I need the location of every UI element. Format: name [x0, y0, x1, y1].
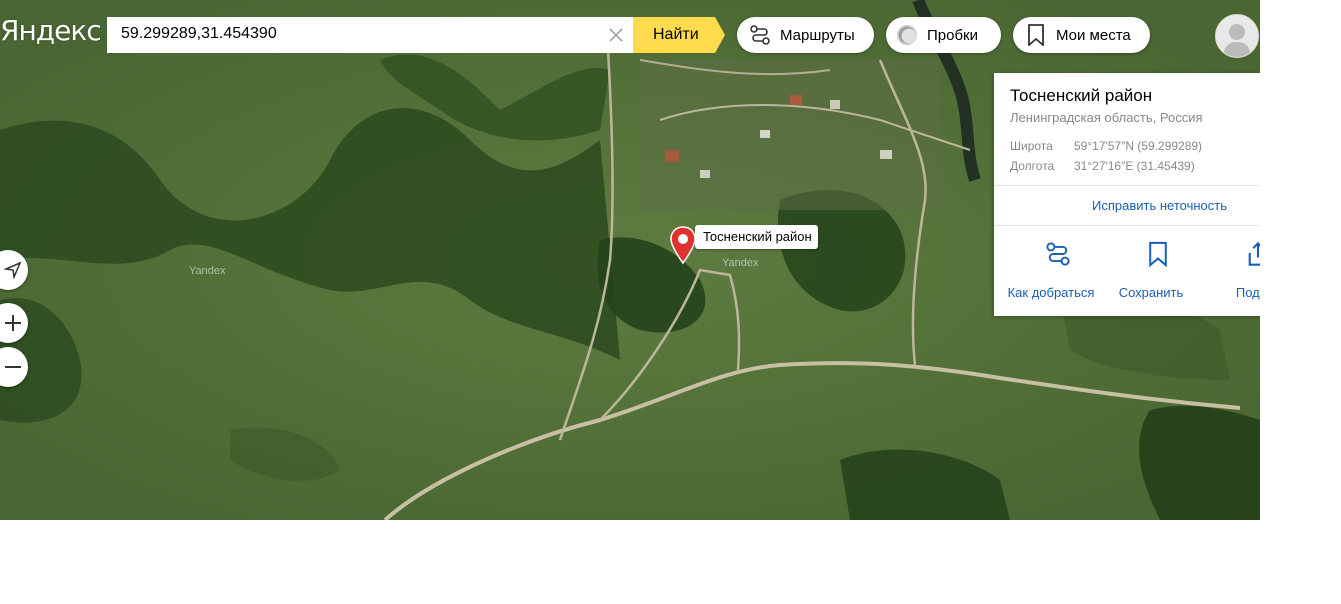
- longitude-value: 31°27′16″E (31.45439): [1074, 159, 1195, 173]
- search-input[interactable]: [119, 24, 593, 44]
- bookmark-icon: [1025, 24, 1047, 46]
- directions-label: Как добраться: [1007, 285, 1095, 300]
- share-button[interactable]: Подел: [1208, 241, 1260, 300]
- routes-label: Маршруты: [780, 26, 855, 44]
- map-watermark: Yandex: [722, 257, 759, 269]
- latitude-value: 59°17′57″N (59.299289): [1074, 139, 1203, 153]
- place-subtitle: Ленинградская область, Россия: [1010, 110, 1203, 125]
- map-watermark: Yandex: [189, 265, 226, 277]
- place-info-panel: Тосненский район Ленинградская область, …: [994, 73, 1260, 316]
- clear-icon[interactable]: [607, 26, 625, 44]
- place-title: Тосненский район: [1010, 86, 1153, 105]
- locate-icon: [4, 261, 22, 279]
- routes-button[interactable]: Маршруты: [737, 17, 874, 53]
- zoom-in-icon: [5, 315, 21, 331]
- my-places-button[interactable]: Мои места: [1013, 17, 1150, 53]
- traffic-label: Пробки: [927, 26, 978, 44]
- divider: [994, 225, 1260, 226]
- user-icon: [1223, 24, 1251, 57]
- save-label: Сохранить: [1118, 285, 1184, 300]
- save-button[interactable]: Сохранить: [1108, 241, 1208, 300]
- latitude-row: Широта 59°17′57″N (59.299289): [1010, 139, 1202, 153]
- longitude-row: Долгота 31°27′16″E (31.45439): [1010, 159, 1195, 173]
- latitude-label: Широта: [1010, 139, 1053, 153]
- zoom-out-icon: [5, 366, 21, 368]
- yandex-logo[interactable]: Яндекс: [0, 14, 102, 47]
- share-icon: [1208, 241, 1260, 267]
- traffic-button[interactable]: Пробки: [886, 17, 1001, 53]
- find-button-label: Найти: [653, 26, 699, 43]
- longitude-label: Долгота: [1010, 159, 1055, 173]
- location-pin-icon[interactable]: [669, 225, 697, 265]
- search-field[interactable]: [107, 17, 635, 53]
- marker-label[interactable]: Тосненский район: [695, 225, 818, 249]
- satellite-map[interactable]: Яндекс Найти Маршруты Пробки Мои места: [0, 0, 1260, 520]
- report-error-link[interactable]: Исправить неточность: [1092, 198, 1227, 213]
- directions-button[interactable]: Как добраться: [1008, 241, 1108, 300]
- traffic-icon: [896, 24, 918, 46]
- divider: [994, 185, 1260, 186]
- share-label: Подел: [1235, 285, 1260, 300]
- route-icon: [749, 24, 771, 46]
- bookmark-icon: [1108, 241, 1208, 267]
- find-button[interactable]: Найти: [633, 17, 725, 53]
- route-icon: [1008, 241, 1108, 267]
- my-places-label: Мои места: [1056, 26, 1131, 44]
- user-avatar[interactable]: [1215, 14, 1259, 58]
